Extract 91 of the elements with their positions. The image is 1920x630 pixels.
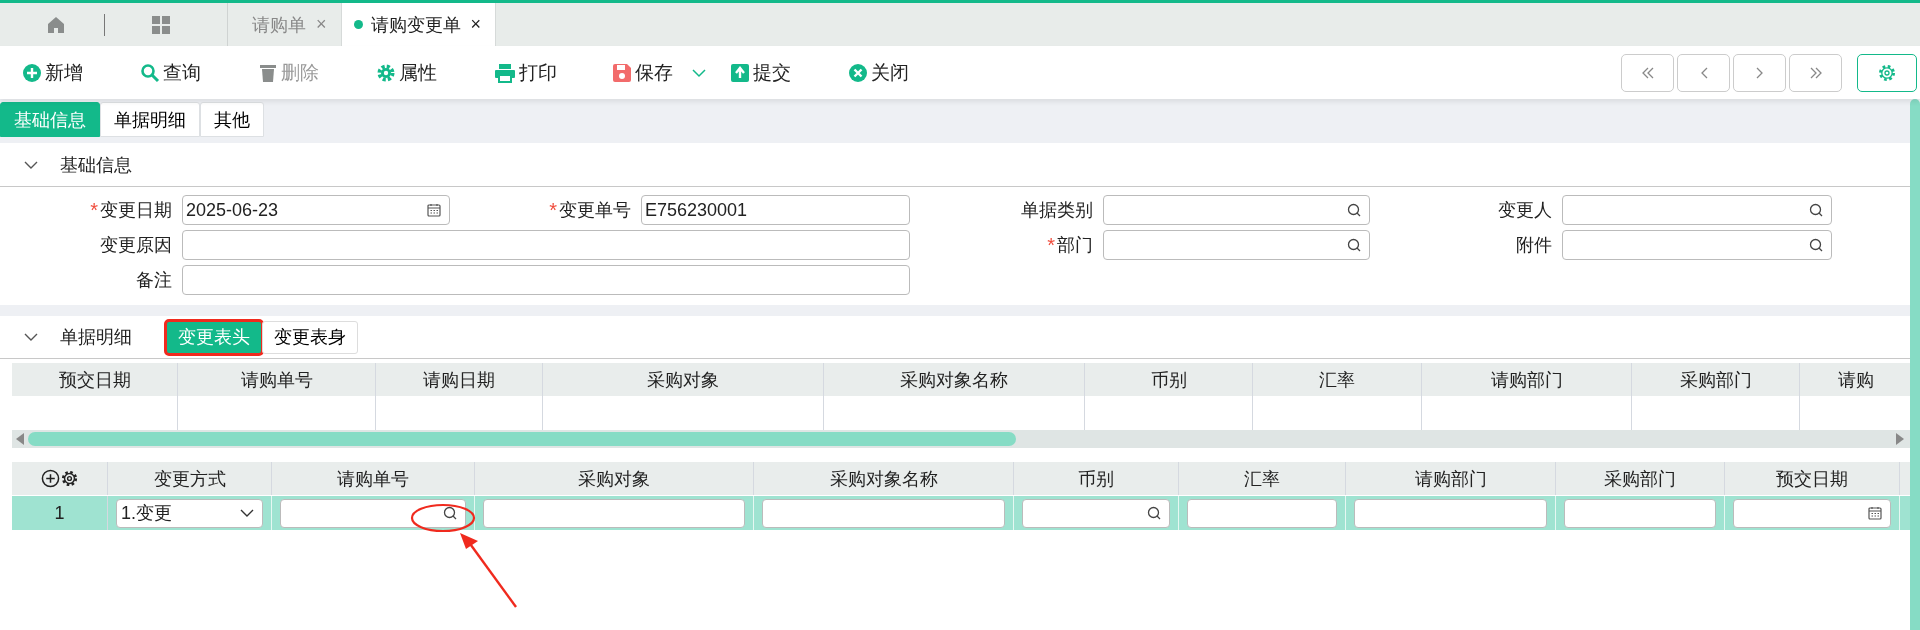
- next-button[interactable]: [1733, 53, 1786, 92]
- toolbar-button[interactable]: 查询: [140, 56, 258, 89]
- toggle-button[interactable]: 变更表身: [262, 320, 358, 354]
- calendar-icon[interactable]: [1868, 506, 1882, 520]
- column-header: 请购日期: [376, 363, 543, 396]
- double-chevron-left-icon: [1640, 66, 1655, 79]
- scroll-right-icon[interactable]: [1896, 433, 1904, 445]
- search-icon: [140, 62, 160, 83]
- required-asterisk: *: [1047, 235, 1055, 255]
- toolbar-button[interactable]: 提交: [730, 56, 848, 89]
- chevron-right-icon: [1755, 66, 1764, 79]
- column-header: 币别: [1085, 363, 1253, 396]
- gear-icon: [376, 62, 396, 83]
- row-number: 1: [54, 502, 65, 524]
- toolbar-button[interactable]: 关闭: [848, 56, 966, 89]
- input-field[interactable]: [1564, 498, 1716, 528]
- input-field[interactable]: [1103, 230, 1370, 260]
- column-header: 采购部门: [1632, 363, 1800, 396]
- field-label: 备注: [136, 269, 172, 292]
- gear-icon[interactable]: [59, 469, 79, 488]
- chevron-down-icon[interactable]: [24, 332, 38, 342]
- previous-button[interactable]: [1677, 53, 1730, 92]
- input-field[interactable]: [182, 230, 910, 260]
- input-field[interactable]: [280, 498, 466, 528]
- input-field[interactable]: 2025-06-23: [182, 195, 450, 225]
- double-chevron-right-icon: [1808, 66, 1823, 79]
- field-label: 附件: [1516, 234, 1552, 257]
- input-field[interactable]: E756230001: [641, 195, 910, 225]
- vertical-scrollbar[interactable]: [1910, 99, 1920, 630]
- settings-icon: [1877, 62, 1897, 83]
- input-field[interactable]: [1733, 498, 1891, 528]
- column-header: 预交日期: [12, 363, 178, 396]
- printer-icon: [494, 62, 516, 83]
- field-label: 变更单号: [559, 199, 631, 222]
- search-icon[interactable]: [1147, 506, 1161, 520]
- column-header: 采购对象名称: [824, 363, 1085, 396]
- chevron-down-icon: [240, 508, 254, 518]
- input-field[interactable]: [1562, 195, 1832, 225]
- field-label: 变更人: [1498, 199, 1552, 222]
- first-page-button[interactable]: [1621, 53, 1674, 92]
- required-asterisk: *: [90, 200, 98, 220]
- table-row[interactable]: 1 1.变更: [12, 495, 1910, 530]
- active-dot: [353, 20, 363, 29]
- input-field[interactable]: [1022, 498, 1170, 528]
- input-field[interactable]: [182, 265, 910, 295]
- upload-icon: [730, 62, 750, 83]
- field-label: 变更原因: [100, 234, 172, 257]
- toolbar-button[interactable]: 保存: [612, 56, 730, 89]
- scroll-left-icon[interactable]: [16, 433, 24, 445]
- field-label: 部门: [1057, 234, 1093, 257]
- toolbar-button[interactable]: 属性: [376, 56, 494, 89]
- add-row-icon[interactable]: [40, 469, 60, 488]
- trash-icon: [258, 62, 278, 83]
- close-icon[interactable]: ×: [470, 14, 482, 35]
- column-header: 采购对象: [543, 363, 824, 396]
- input-field[interactable]: [1187, 498, 1337, 528]
- home-icon[interactable]: [46, 14, 66, 35]
- input-field[interactable]: [483, 498, 745, 528]
- chevron-left-icon: [1699, 66, 1708, 79]
- chevron-down-icon[interactable]: [24, 159, 38, 170]
- input-field[interactable]: [1103, 195, 1370, 225]
- search-icon[interactable]: [1347, 203, 1361, 217]
- last-page-button[interactable]: [1789, 53, 1842, 92]
- dropdown-field[interactable]: 1.变更: [116, 498, 263, 528]
- search-icon[interactable]: [1809, 203, 1823, 217]
- input-field[interactable]: [1562, 230, 1832, 260]
- input-field[interactable]: [1354, 498, 1547, 528]
- calendar-icon[interactable]: [427, 203, 441, 217]
- settings-button[interactable]: [1857, 53, 1917, 92]
- search-icon[interactable]: [1809, 238, 1823, 252]
- field-label: 变更日期: [100, 199, 172, 222]
- field-label: 单据类别: [1021, 199, 1093, 222]
- plus-circle-icon: [22, 62, 42, 83]
- close-circle-icon: [848, 62, 868, 83]
- column-header: 请购单号: [178, 363, 376, 396]
- page-tab[interactable]: 单据明细: [100, 102, 200, 137]
- search-icon[interactable]: [1347, 238, 1361, 252]
- grid-icon[interactable]: [151, 14, 171, 35]
- section-title: 基础信息: [60, 153, 132, 177]
- toolbar-button[interactable]: 打印: [494, 56, 612, 89]
- section-title: 单据明细: [60, 326, 132, 349]
- toolbar-button[interactable]: 新增: [22, 56, 140, 89]
- column-header: 汇率: [1253, 363, 1422, 396]
- column-header: 请购部门: [1422, 363, 1632, 396]
- horizontal-scrollbar[interactable]: [12, 430, 1910, 448]
- search-icon[interactable]: [443, 506, 457, 520]
- annotation-ellipse: [410, 503, 476, 533]
- required-asterisk: *: [549, 200, 557, 220]
- page-tab[interactable]: 其他: [200, 102, 264, 137]
- input-field[interactable]: [762, 498, 1005, 528]
- document-tab[interactable]: 请购变更单 ×: [341, 3, 497, 46]
